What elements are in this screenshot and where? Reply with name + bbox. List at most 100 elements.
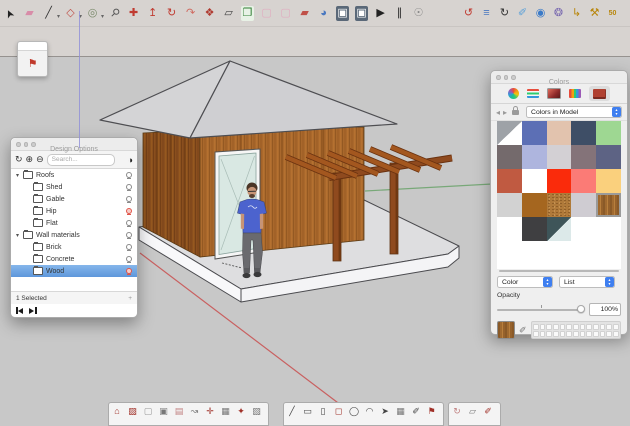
color-well[interactable] bbox=[533, 330, 539, 337]
tool-icon[interactable]: ▨ bbox=[127, 405, 139, 418]
offset-icon[interactable]: ↷ bbox=[184, 6, 197, 21]
make-component-icon[interactable]: ❐ bbox=[241, 5, 255, 21]
shape-icon[interactable]: ◇ bbox=[64, 6, 77, 21]
eyedropper-icon[interactable]: ✐ bbox=[519, 325, 527, 336]
circle-icon[interactable]: ◎ bbox=[86, 6, 99, 21]
crayons-tab-icon[interactable] bbox=[569, 89, 581, 98]
line-dropdown-caret-icon[interactable]: ▾ bbox=[57, 13, 60, 20]
texture-icon[interactable]: ▢ bbox=[279, 6, 292, 21]
color-well[interactable] bbox=[539, 323, 546, 330]
lightbulb-icon-active[interactable] bbox=[125, 267, 132, 275]
color-well[interactable] bbox=[592, 323, 599, 330]
colors-titlebar[interactable]: Colors bbox=[491, 71, 627, 86]
lightbulb-icon[interactable] bbox=[125, 171, 132, 179]
orbit-model-icon[interactable]: ❂ bbox=[552, 6, 565, 21]
color-well[interactable] bbox=[546, 323, 552, 330]
tree-item-roofs[interactable]: ▾ Roofs bbox=[11, 169, 137, 181]
palette-dropdown[interactable]: Colors in Model ▲ ▼ bbox=[526, 106, 622, 118]
swatch[interactable] bbox=[521, 145, 547, 169]
color-well[interactable] bbox=[566, 330, 572, 337]
rotate-icon[interactable]: ↻ bbox=[165, 6, 178, 21]
list-dropdown[interactable]: List ▲ ▼ bbox=[559, 276, 615, 288]
tool-icon[interactable]: ▱ bbox=[467, 405, 479, 418]
zoom-icon[interactable]: ⚲ bbox=[105, 3, 125, 23]
lightbulb-icon[interactable] bbox=[125, 243, 132, 251]
tool-icon[interactable]: ✐ bbox=[410, 405, 422, 418]
swatch[interactable] bbox=[571, 217, 597, 241]
color-well[interactable] bbox=[579, 330, 586, 337]
color-well[interactable] bbox=[533, 323, 539, 330]
swatch[interactable] bbox=[497, 169, 522, 193]
color-well[interactable] bbox=[586, 323, 592, 330]
tool-icon[interactable]: ▢ bbox=[142, 405, 154, 418]
lightbulb-icon[interactable] bbox=[125, 231, 132, 239]
style-brush-icon[interactable]: ✐ bbox=[516, 6, 529, 21]
swatch[interactable] bbox=[546, 145, 572, 169]
color-well[interactable] bbox=[606, 323, 612, 330]
swatch[interactable] bbox=[546, 193, 572, 217]
swatch[interactable] bbox=[546, 169, 572, 193]
lightbulb-icon-active[interactable] bbox=[125, 207, 132, 215]
pan-icon[interactable]: ▣ bbox=[336, 5, 350, 21]
sync-icon[interactable]: ↻ bbox=[498, 6, 511, 21]
color-well[interactable] bbox=[592, 330, 599, 337]
tool-icon[interactable]: ▧ bbox=[251, 405, 263, 418]
tool-icon[interactable]: ▭ bbox=[302, 405, 314, 418]
pipe-tool-icon[interactable]: ↳ bbox=[570, 6, 583, 21]
color-well[interactable] bbox=[539, 330, 546, 337]
fifty-fifty-icon[interactable]: 50 bbox=[606, 6, 619, 21]
lightbulb-icon[interactable] bbox=[125, 219, 132, 227]
swatch[interactable] bbox=[571, 121, 597, 145]
sandbox-tool-icon[interactable]: ⚑ bbox=[28, 57, 38, 70]
tree-item-shed[interactable]: Shed bbox=[11, 181, 137, 193]
swatch[interactable] bbox=[596, 145, 621, 169]
tool-icon[interactable]: ↝ bbox=[189, 405, 201, 418]
swatch[interactable] bbox=[497, 193, 522, 217]
color-well[interactable] bbox=[559, 323, 566, 330]
lightbulb-icon[interactable] bbox=[125, 183, 132, 191]
tool-icon[interactable]: ⌂ bbox=[111, 405, 123, 418]
color-well[interactable] bbox=[586, 330, 592, 337]
swatch[interactable] bbox=[497, 121, 522, 145]
tool-icon[interactable]: ◻ bbox=[333, 405, 345, 418]
push-pull-icon[interactable]: ↥ bbox=[146, 6, 159, 21]
color-well[interactable] bbox=[559, 330, 566, 337]
opacity-slider[interactable] bbox=[497, 304, 585, 313]
tree-item-wall-materials[interactable]: ▾ Wall materials bbox=[11, 229, 137, 241]
zoom-extents-icon[interactable]: ▣ bbox=[355, 5, 369, 21]
color-well[interactable] bbox=[566, 323, 572, 330]
swatch[interactable] bbox=[521, 169, 547, 193]
swatch[interactable] bbox=[521, 193, 547, 217]
move-icon[interactable]: ✚ bbox=[127, 6, 140, 21]
lock-icon[interactable] bbox=[512, 106, 520, 115]
swatch[interactable] bbox=[521, 217, 547, 241]
swatch[interactable] bbox=[546, 217, 572, 241]
previous-option-button[interactable] bbox=[16, 307, 24, 314]
color-palette-tab-icon[interactable] bbox=[547, 88, 561, 99]
tool-icon[interactable]: ╱ bbox=[286, 405, 298, 418]
swatch[interactable] bbox=[596, 217, 621, 241]
color-well[interactable] bbox=[546, 330, 552, 337]
tool-icon[interactable]: ✦ bbox=[235, 405, 247, 418]
tree-item-flat[interactable]: Flat bbox=[11, 217, 137, 229]
tool-icon[interactable]: ✛ bbox=[204, 405, 216, 418]
section-plane-icon[interactable]: ▰ bbox=[298, 6, 311, 21]
visibility-eye-icon[interactable]: ◉ bbox=[534, 6, 547, 21]
tool-icon[interactable]: ▣ bbox=[158, 405, 170, 418]
swatch[interactable] bbox=[546, 121, 572, 145]
tree-item-concrete[interactable]: Concrete bbox=[11, 253, 137, 265]
color-well[interactable] bbox=[612, 323, 619, 330]
design-options-titlebar[interactable]: Design Options bbox=[11, 138, 137, 153]
color-well[interactable] bbox=[599, 323, 606, 330]
remove-option-icon[interactable]: ⊖ bbox=[36, 151, 44, 168]
color-well[interactable] bbox=[572, 330, 579, 337]
color-well[interactable] bbox=[599, 330, 606, 337]
search-input[interactable] bbox=[46, 153, 115, 166]
swatch[interactable] bbox=[497, 145, 522, 169]
lightbulb-icon[interactable] bbox=[125, 195, 132, 203]
window-controls[interactable] bbox=[16, 142, 36, 147]
texture-palette-tab-selected[interactable] bbox=[589, 86, 610, 101]
color-sliders-tab-icon[interactable] bbox=[527, 89, 539, 98]
lightbulb-icon[interactable] bbox=[125, 255, 132, 263]
eraser-icon[interactable]: ▰ bbox=[23, 6, 36, 21]
